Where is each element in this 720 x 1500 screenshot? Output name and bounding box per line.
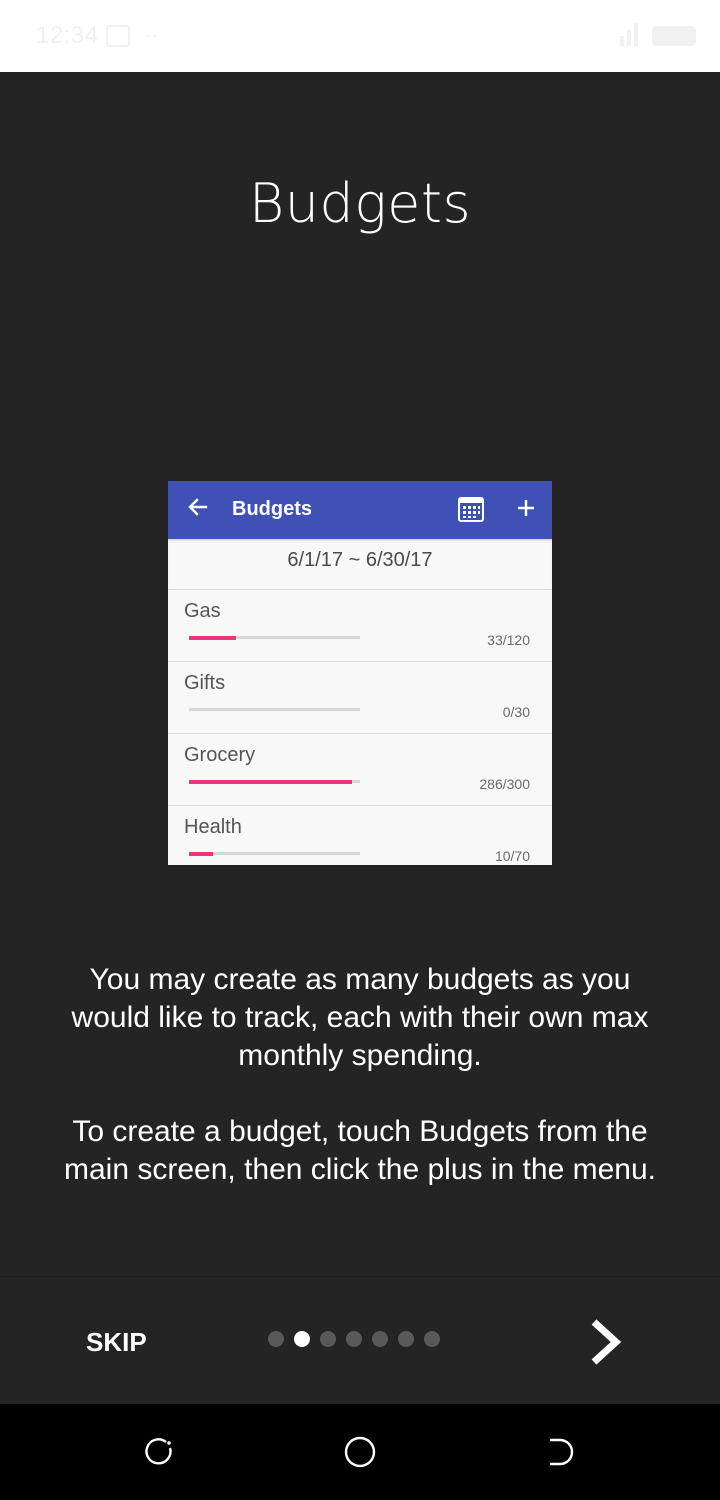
page-dot (346, 1331, 362, 1347)
page-dot (268, 1331, 284, 1347)
budget-name: Grocery (184, 744, 256, 766)
status-bar: 12:34 ·· (0, 0, 720, 72)
signal-icon (620, 23, 638, 46)
budget-row: Gifts 0/30 (168, 662, 552, 734)
budget-progress-fill (189, 851, 213, 856)
back-icon[interactable] (542, 1434, 578, 1470)
chevron-right-icon[interactable] (586, 1317, 626, 1367)
system-nav-bar (0, 1404, 720, 1500)
battery-icon (652, 26, 696, 46)
budget-name: Health (184, 816, 242, 838)
budget-row: Health 10/70 (168, 806, 552, 865)
status-dots: ·· (144, 22, 159, 47)
status-time: 12:34 (36, 22, 99, 49)
budget-row: Grocery 286/300 (168, 734, 552, 806)
preview-toolbar: Budgets (168, 481, 552, 539)
budget-amount: 10/70 (494, 848, 530, 864)
page-title: Budgets (248, 172, 472, 235)
date-range: 6/1/17 ~ 6/30/17 (168, 539, 552, 590)
page-dot (398, 1331, 414, 1347)
recent-apps-icon[interactable] (142, 1434, 178, 1470)
page-dot (320, 1331, 336, 1347)
budget-progress-track (189, 779, 360, 784)
description: You may create as many budgets as you wo… (60, 961, 660, 1189)
calendar-icon (458, 497, 484, 522)
page-indicator (268, 1331, 440, 1349)
budgets-preview-image: Budgets 6/1/17 ~ 6/30/17 Gas 33/120 Gifts 0… (168, 481, 552, 865)
budget-amount: 0/30 (502, 704, 530, 720)
page-dot (372, 1331, 388, 1347)
budget-progress-fill (189, 779, 352, 784)
preview-toolbar-title: Budgets (232, 498, 312, 520)
intro-footer: SKIP (0, 1276, 720, 1404)
description-paragraph-1: You may create as many budgets as you wo… (71, 963, 649, 1072)
budget-name: Gifts (184, 672, 226, 694)
budget-row: Gas 33/120 (168, 590, 552, 662)
budget-progress-track (189, 851, 360, 856)
description-paragraph-2: To create a budget, touch Budgets from t… (64, 1115, 656, 1186)
image-icon (106, 25, 130, 47)
plus-icon (518, 500, 534, 516)
page-dot-active (294, 1331, 310, 1347)
page-dot (424, 1331, 440, 1347)
budget-progress-track (189, 708, 360, 711)
budget-progress-fill (189, 635, 236, 640)
home-icon[interactable] (342, 1434, 378, 1470)
budget-amount: 286/300 (479, 776, 530, 792)
budget-amount: 33/120 (487, 632, 530, 648)
budget-progress-track (189, 635, 360, 640)
skip-button[interactable]: SKIP (86, 1327, 147, 1358)
budget-name: Gas (184, 600, 221, 622)
back-arrow-icon (188, 498, 208, 516)
